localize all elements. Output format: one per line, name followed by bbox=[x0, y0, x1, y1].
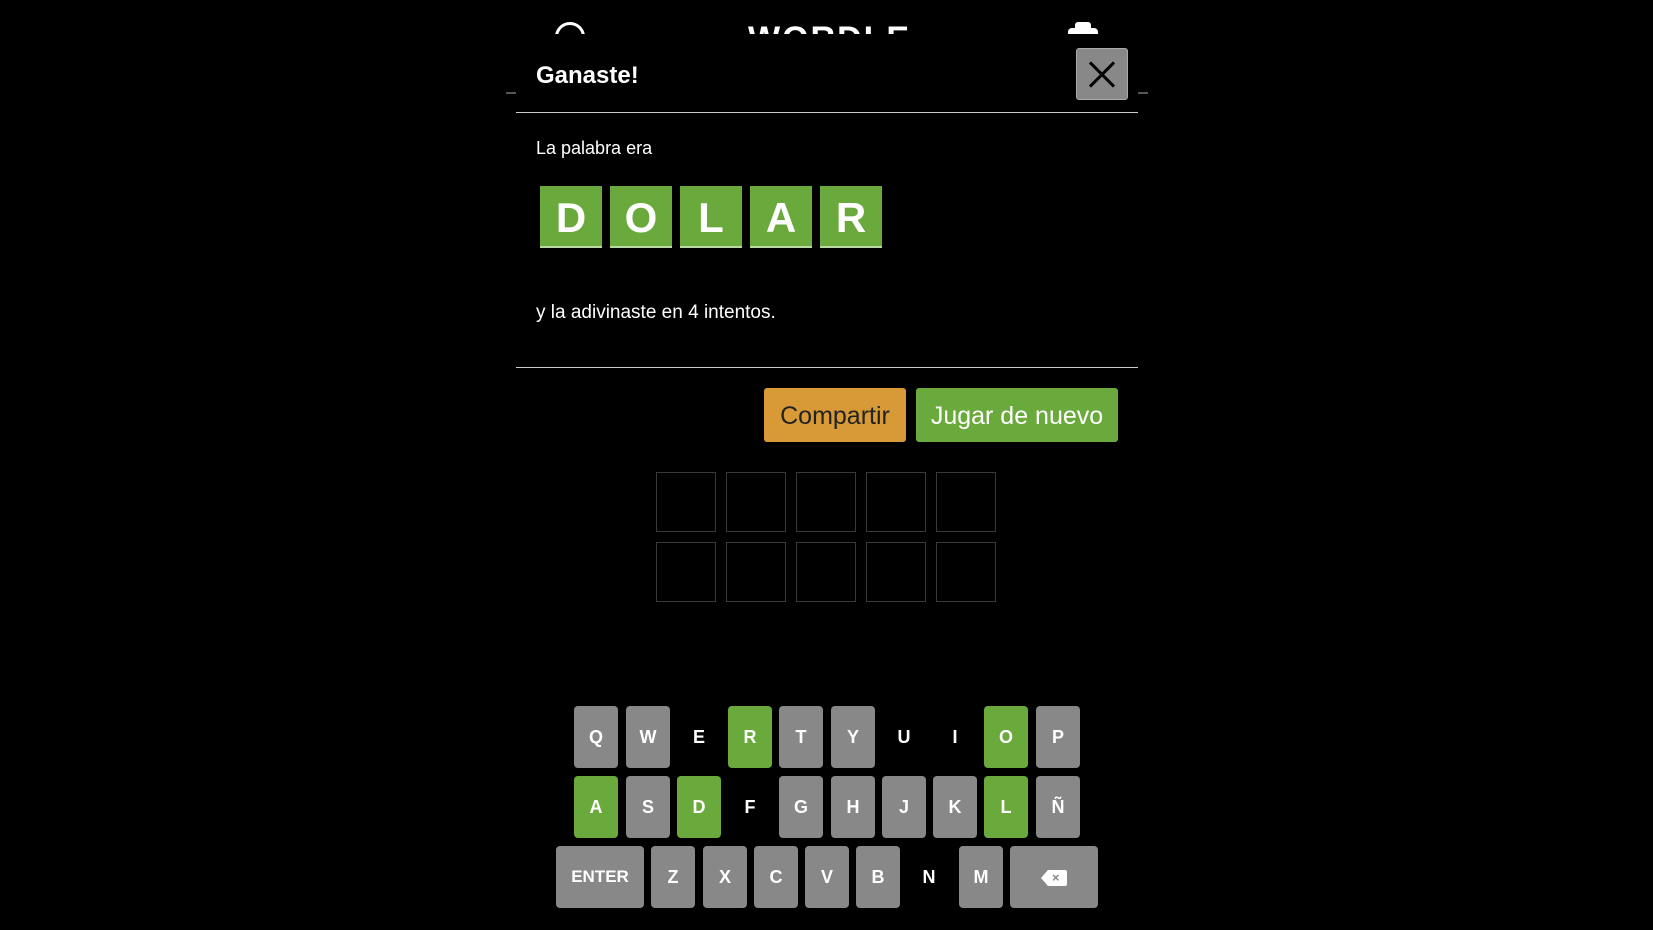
key-d[interactable]: D bbox=[677, 776, 721, 838]
share-button[interactable]: Compartir bbox=[764, 388, 906, 442]
key-x[interactable]: X bbox=[703, 846, 747, 908]
key-o[interactable]: O bbox=[984, 706, 1028, 768]
key-h[interactable]: H bbox=[831, 776, 875, 838]
key-i[interactable]: I bbox=[933, 706, 977, 768]
answer-tile: R bbox=[820, 186, 882, 248]
key-s[interactable]: S bbox=[626, 776, 670, 838]
key-k[interactable]: K bbox=[933, 776, 977, 838]
app-header: WORDLE bbox=[0, 0, 1653, 36]
board-tile bbox=[726, 472, 786, 532]
modal-title: Ganaste! bbox=[536, 62, 639, 89]
key-m[interactable]: M bbox=[959, 846, 1003, 908]
key-j[interactable]: J bbox=[882, 776, 926, 838]
answer-intro: La palabra era bbox=[536, 138, 653, 158]
modal-edge-right bbox=[1138, 92, 1148, 94]
key-g[interactable]: G bbox=[779, 776, 823, 838]
backspace-icon: × bbox=[1041, 870, 1067, 887]
modal-divider-bottom bbox=[516, 367, 1138, 368]
key-e[interactable]: E bbox=[677, 706, 721, 768]
board-tile bbox=[656, 542, 716, 602]
key-u[interactable]: U bbox=[882, 706, 926, 768]
key-n[interactable]: N bbox=[907, 846, 951, 908]
key-f[interactable]: F bbox=[728, 776, 772, 838]
board-tile bbox=[936, 542, 996, 602]
board-tile bbox=[726, 542, 786, 602]
close-button[interactable] bbox=[1076, 48, 1128, 100]
key-p[interactable]: P bbox=[1036, 706, 1080, 768]
key-c[interactable]: C bbox=[754, 846, 798, 908]
key-r[interactable]: R bbox=[728, 706, 772, 768]
modal-edge-left bbox=[506, 92, 516, 94]
key-b[interactable]: B bbox=[856, 846, 900, 908]
key-v[interactable]: V bbox=[805, 846, 849, 908]
answer-tile: L bbox=[680, 186, 742, 248]
key-w[interactable]: W bbox=[626, 706, 670, 768]
key-q[interactable]: Q bbox=[574, 706, 618, 768]
answer-tile: D bbox=[540, 186, 602, 248]
key-a[interactable]: A bbox=[574, 776, 618, 838]
play-again-button[interactable]: Jugar de nuevo bbox=[916, 388, 1118, 442]
board-tile bbox=[796, 472, 856, 532]
answer-tile: A bbox=[750, 186, 812, 248]
win-modal: Ganaste! La palabra era D O L A R y la a… bbox=[516, 34, 1138, 462]
key-l[interactable]: L bbox=[984, 776, 1028, 838]
result-message: y la adivinaste en 4 intentos. bbox=[536, 302, 776, 323]
key-y[interactable]: Y bbox=[831, 706, 875, 768]
board-tile bbox=[936, 472, 996, 532]
backspace-key[interactable]: × bbox=[1010, 846, 1098, 908]
key-z[interactable]: Z bbox=[651, 846, 695, 908]
key-t[interactable]: T bbox=[779, 706, 823, 768]
board-tile bbox=[796, 542, 856, 602]
board-tile bbox=[866, 542, 926, 602]
key-ñ[interactable]: Ñ bbox=[1036, 776, 1080, 838]
board-tile bbox=[866, 472, 926, 532]
modal-divider-top bbox=[516, 112, 1138, 113]
board-tile bbox=[656, 472, 716, 532]
enter-key[interactable]: ENTER bbox=[556, 846, 644, 908]
answer-tile: O bbox=[610, 186, 672, 248]
